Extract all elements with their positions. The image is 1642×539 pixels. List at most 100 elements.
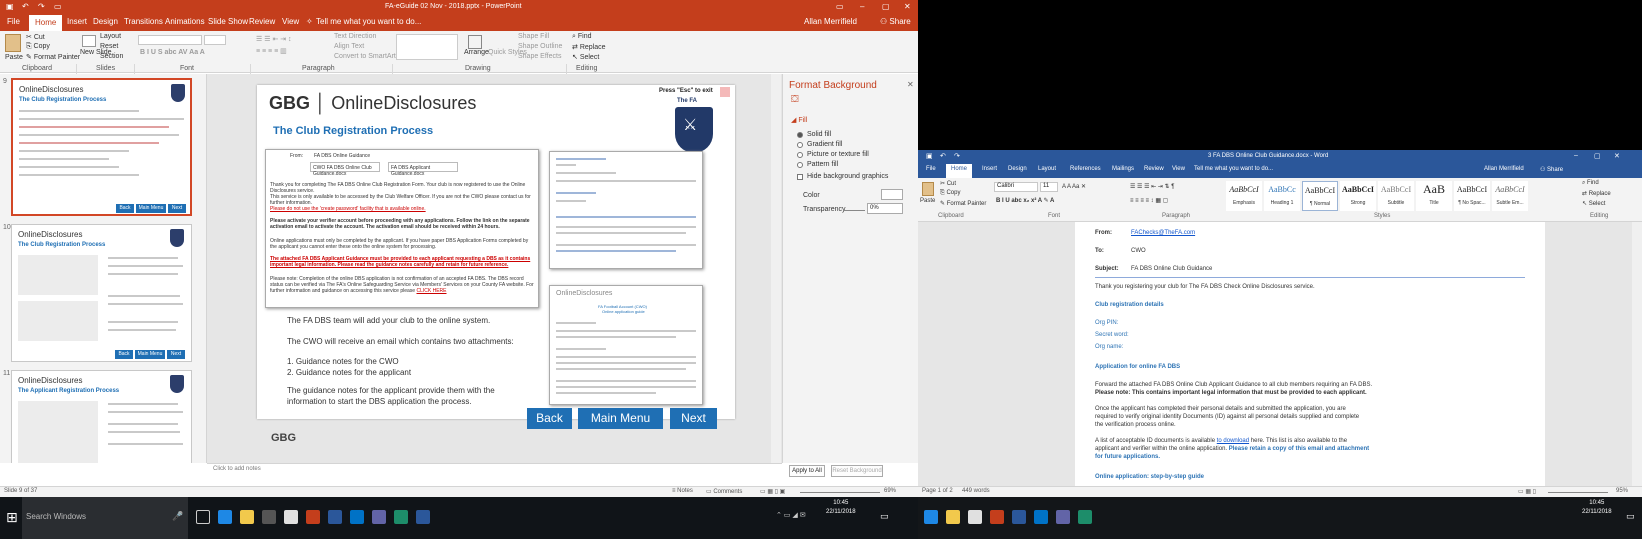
word-taskbar-icon[interactable] [1012, 510, 1026, 524]
reset-background-button[interactable]: Reset Background [831, 465, 883, 477]
tab-review[interactable]: Review [1144, 166, 1164, 172]
select-button[interactable]: ↖ Select [1582, 200, 1605, 207]
zoom-slider[interactable] [1548, 492, 1608, 493]
word-taskbar-icon[interactable] [416, 510, 430, 524]
search-box[interactable]: Search Windows 🎤 [22, 497, 188, 539]
minimize-icon[interactable]: – [1574, 152, 1578, 159]
powerpoint-taskbar-icon[interactable] [990, 510, 1004, 524]
apply-to-all-button[interactable]: Apply to All [789, 465, 825, 477]
solid-fill-radio[interactable] [797, 132, 803, 138]
convert-smartart-button[interactable]: Convert to SmartArt [334, 53, 396, 60]
close-icon[interactable]: ✕ [904, 2, 911, 11]
edge-icon[interactable] [924, 510, 938, 524]
word-taskbar-icon[interactable] [328, 510, 342, 524]
present-icon[interactable]: ▭ [54, 2, 62, 11]
color-picker-button[interactable] [881, 189, 903, 200]
outlook-icon[interactable] [1034, 510, 1048, 524]
slide-editing-area[interactable]: GBG │ OnlineDisclosures Press "Esc" to e… [207, 74, 782, 463]
redo-icon[interactable]: ↷ [38, 2, 45, 11]
align-icon[interactable]: ≡ ≡ ≡ ≡ ▥ [256, 47, 287, 55]
slide-thumbnail-selected[interactable]: OnlineDisclosures The Club Registration … [11, 78, 192, 216]
search-input[interactable]: Search Windows [26, 512, 86, 521]
tab-references[interactable]: References [1070, 166, 1101, 172]
style-subtle-emphasis[interactable]: AaBbCcI Subtle Em... [1492, 181, 1528, 211]
zoom-slider[interactable] [800, 492, 880, 493]
cut-button[interactable]: ✂ Cut [26, 33, 45, 41]
replace-button[interactable]: ⇄ Replace [1582, 190, 1611, 197]
layout-button[interactable]: Layout [100, 33, 121, 40]
bold-icon[interactable]: B I U S abc AV Aa A [140, 49, 205, 56]
system-tray-icons[interactable]: ⌃ ▭ ◢ ✉ [776, 511, 806, 519]
style-title[interactable]: AaB Title [1416, 181, 1452, 211]
paste-button[interactable]: Paste [5, 54, 23, 61]
tab-design[interactable]: Design [1008, 166, 1027, 172]
tab-insert[interactable]: Insert [67, 17, 87, 26]
tell-me-box[interactable]: Tell me what you want to do... [316, 17, 421, 26]
view-buttons[interactable]: ▭ ▦ ▯ ▣ [760, 488, 785, 495]
notes-pane[interactable]: Click to add notes [207, 463, 782, 486]
chrome-icon[interactable] [284, 510, 298, 524]
download-link[interactable]: to download [1217, 438, 1249, 444]
minimize-icon[interactable]: – [860, 2, 864, 11]
copy-button[interactable]: ⎘ Copy [26, 43, 50, 51]
zoom-level[interactable]: 69% [884, 488, 896, 494]
notes-button[interactable]: ≡ Notes [672, 488, 693, 494]
tell-me-box[interactable]: Tell me what you want to do... [1194, 166, 1273, 172]
tab-view[interactable]: View [282, 17, 299, 26]
style-strong[interactable]: AaBbCcI Strong [1340, 181, 1376, 211]
gradient-fill-radio[interactable] [797, 142, 803, 148]
word-page[interactable]: From: FAChecks@TheFA.com To: CWO Subject… [1075, 222, 1545, 486]
arrange-button[interactable]: Arrange [464, 49, 489, 56]
fill-bucket-icon[interactable]: ⛋ [791, 94, 799, 105]
tab-home[interactable]: Home [29, 15, 63, 31]
cut-button[interactable]: ✂ Cut [940, 180, 956, 187]
word-scrollbar[interactable] [1632, 222, 1642, 486]
tab-view[interactable]: View [1172, 166, 1185, 172]
back-button[interactable]: Back [527, 408, 572, 429]
maximize-icon[interactable]: ▢ [882, 2, 890, 11]
app-icon[interactable] [372, 510, 386, 524]
replace-button[interactable]: ⇄ Replace [572, 43, 606, 51]
next-button[interactable]: Next [670, 408, 717, 429]
outlook-icon[interactable] [350, 510, 364, 524]
styles-gallery[interactable]: AaBbCcI Emphasis AaBbCc Heading 1 AaBbCcI ¶… [1226, 178, 1566, 212]
slide-thumbnail[interactable]: OnlineDisclosures The Club Registration … [11, 224, 192, 362]
format-painter-button[interactable]: ✎ Format Painter [940, 200, 986, 207]
style-no-spacing[interactable]: AaBbCcI ¶ No Spac... [1454, 181, 1490, 211]
ppt-user-name[interactable]: Allan Merrifield [804, 17, 857, 26]
notifications-icon[interactable]: ▭ [880, 511, 889, 522]
file-explorer-icon[interactable] [946, 510, 960, 524]
shape-effects-button[interactable]: Shape Effects [518, 53, 561, 60]
tab-animations[interactable]: Animations [165, 17, 205, 26]
share-button[interactable]: ⚇ Share [1540, 166, 1563, 173]
redo-icon[interactable]: ↷ [954, 152, 960, 160]
powerpoint-taskbar-icon[interactable] [306, 510, 320, 524]
maximize-icon[interactable]: ▢ [1594, 152, 1601, 160]
font-size-controls[interactable]: A A Aa ✕ [1062, 183, 1086, 190]
list-buttons[interactable]: ☰ ☰ ☰ ⇤ ⇥ ⇅ ¶ [1130, 183, 1174, 190]
edge-icon[interactable] [218, 510, 232, 524]
slide-close-icon[interactable] [720, 87, 730, 97]
section-button[interactable]: Section [100, 53, 123, 60]
windows-start-icon[interactable]: ⊞ [6, 509, 18, 526]
select-button[interactable]: ↖ Select [572, 53, 599, 61]
style-normal[interactable]: AaBbCcI ¶ Normal [1302, 181, 1338, 211]
paste-icon[interactable] [922, 182, 934, 196]
share-button[interactable]: ⚇ Share [880, 17, 911, 26]
tab-design[interactable]: Design [93, 17, 118, 26]
find-button[interactable]: ⌕ Find [1582, 180, 1599, 187]
word-document-area[interactable]: From: FAChecks@TheFA.com To: CWO Subject… [918, 222, 1642, 486]
picture-fill-radio[interactable] [797, 152, 803, 158]
font-name-box[interactable]: Calibri [994, 182, 1038, 192]
close-pane-icon[interactable]: ✕ [907, 80, 914, 89]
paste-button[interactable]: Paste [920, 198, 935, 204]
clock[interactable]: 10:45 22/11/2018 [1582, 499, 1612, 517]
paste-icon[interactable] [5, 34, 21, 52]
arrange-icon[interactable] [468, 35, 482, 49]
slide-scrollbar[interactable] [771, 74, 781, 463]
tab-slide-show[interactable]: Slide Show [208, 17, 248, 26]
comments-button[interactable]: ▭ Comments [706, 488, 742, 495]
ribbon-options-icon[interactable]: ▭ [836, 2, 844, 11]
style-subtitle[interactable]: AaBbCcI Subtitle [1378, 181, 1414, 211]
slide-canvas[interactable]: GBG │ OnlineDisclosures Press "Esc" to e… [257, 85, 735, 419]
